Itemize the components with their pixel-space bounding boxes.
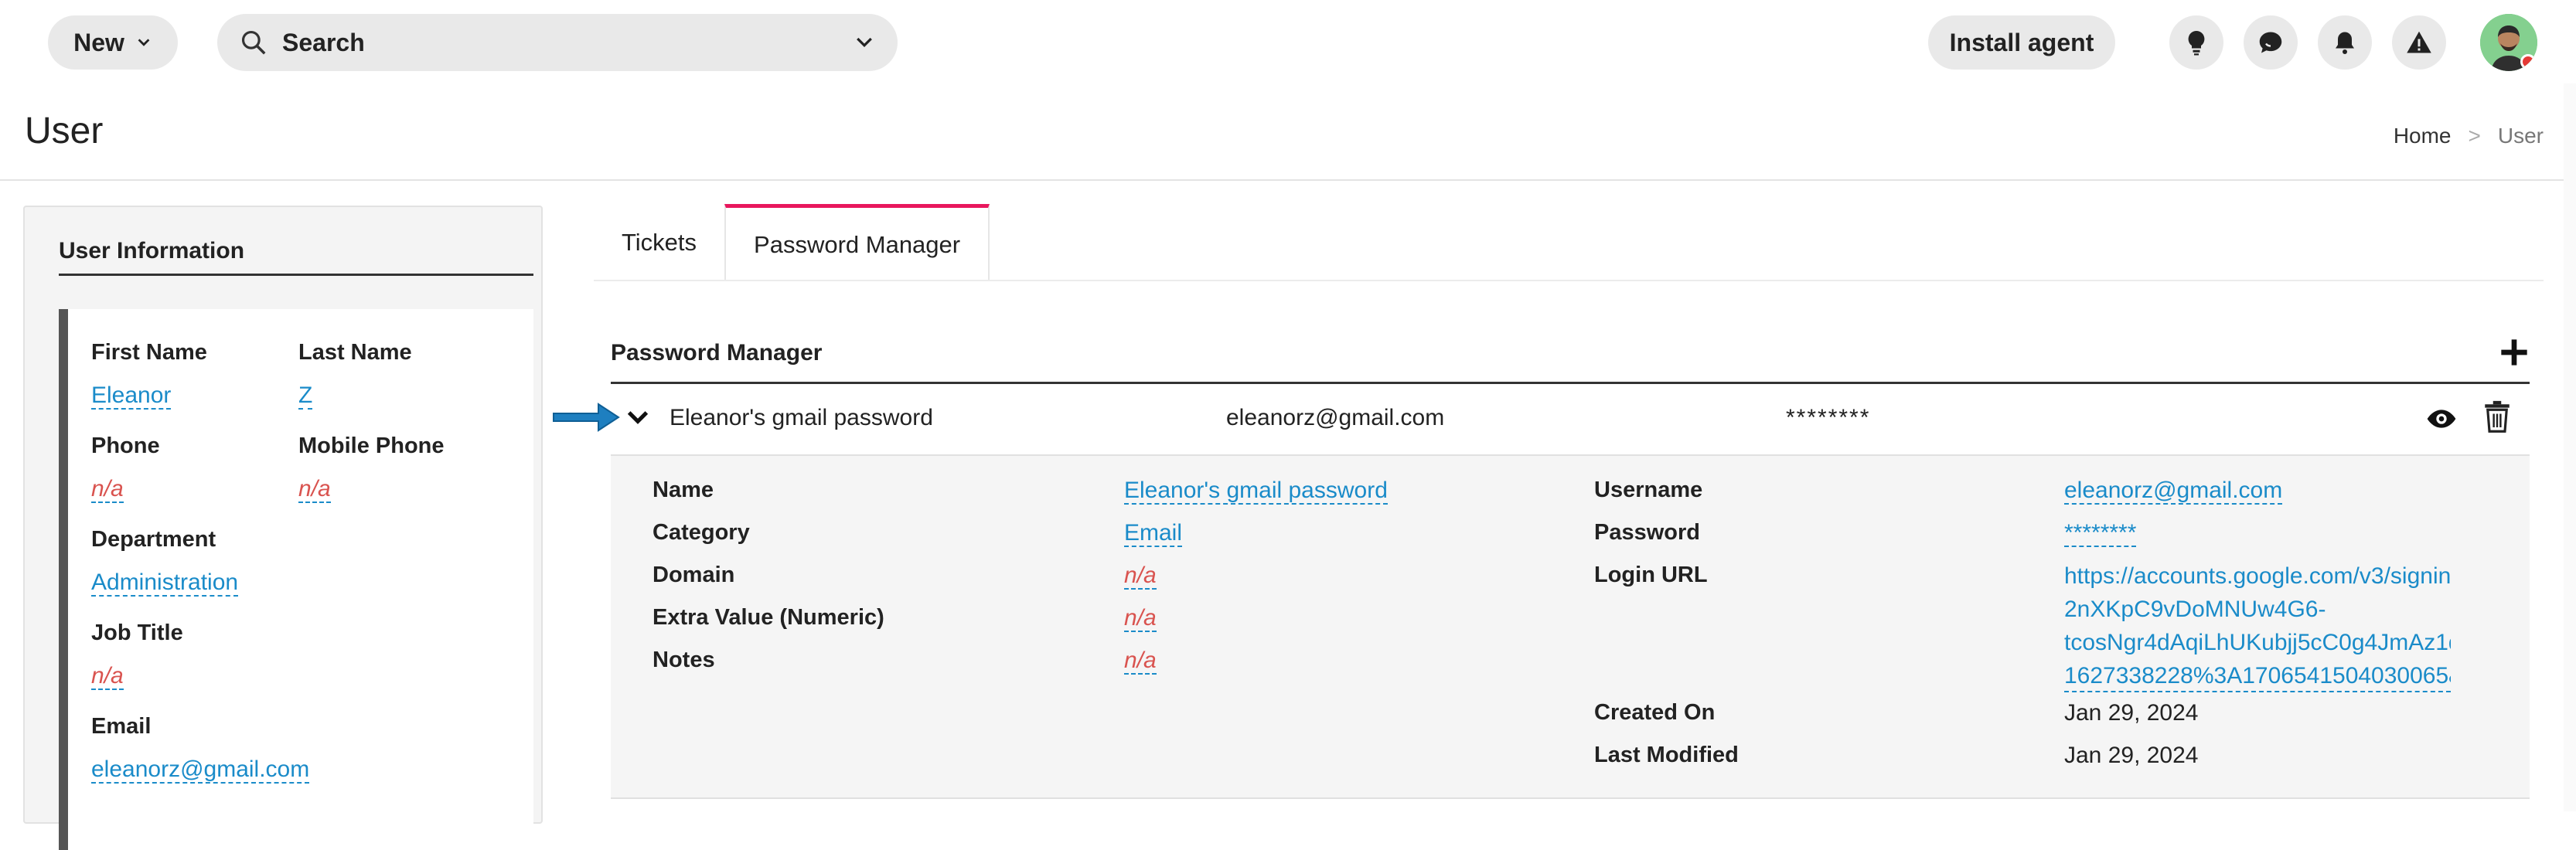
mobile-phone-field: Mobile Phone n/a bbox=[298, 434, 445, 503]
detail-domain-value[interactable]: n/a bbox=[1124, 563, 1157, 590]
detail-login-url-label: Login URL bbox=[1594, 563, 1708, 587]
alerts-button[interactable] bbox=[2392, 15, 2446, 70]
last-name-value[interactable]: Z bbox=[298, 382, 313, 410]
bell-icon bbox=[2336, 32, 2354, 54]
mobile-phone-label: Mobile Phone bbox=[298, 434, 445, 458]
password-entry-name[interactable]: Eleanor's gmail password bbox=[670, 405, 933, 431]
tab-password-manager[interactable]: Password Manager bbox=[724, 204, 990, 281]
detail-extra-value[interactable]: n/a bbox=[1124, 605, 1157, 632]
detail-modified-value: Jan 29, 2024 bbox=[2064, 743, 2199, 768]
details-bottom-divider bbox=[611, 797, 2530, 799]
phone-label: Phone bbox=[91, 434, 160, 458]
detail-domain-label: Domain bbox=[653, 563, 735, 587]
notifications-button[interactable] bbox=[2318, 15, 2372, 70]
detail-category-label: Category bbox=[653, 520, 750, 545]
tab-bar: Tickets Password Manager bbox=[594, 204, 990, 281]
tabs-divider bbox=[594, 280, 2544, 281]
top-bar: New Search Install agent bbox=[0, 0, 2576, 83]
detail-password-label: Password bbox=[1594, 520, 1700, 545]
status-dot bbox=[2520, 54, 2536, 70]
first-name-label: First Name bbox=[91, 340, 207, 365]
detail-created-label: Created On bbox=[1594, 700, 1716, 725]
install-agent-label: Install agent bbox=[1949, 28, 2094, 56]
page-scrollbar[interactable] bbox=[2564, 83, 2576, 811]
tips-button[interactable] bbox=[2169, 15, 2223, 70]
last-name-field: Last Name Z bbox=[298, 340, 412, 410]
chevron-down-icon[interactable] bbox=[853, 31, 876, 54]
detail-username-value[interactable]: eleanorz@gmail.com bbox=[2064, 478, 2283, 505]
detail-modified-label: Last Modified bbox=[1594, 743, 1739, 767]
search-icon bbox=[241, 30, 266, 55]
department-value[interactable]: Administration bbox=[91, 570, 239, 597]
lightbulb-icon bbox=[2188, 31, 2205, 56]
mobile-phone-value[interactable]: n/a bbox=[298, 476, 331, 503]
first-name-field: First Name Eleanor bbox=[91, 340, 207, 410]
email-field: Email eleanorz@gmail.com bbox=[91, 714, 310, 784]
breadcrumb-home[interactable]: Home bbox=[2394, 124, 2452, 148]
login-url-line: tcosNgr4dAqiLhUKubjj5cC0g4JmAz1q& bbox=[2064, 630, 2451, 655]
detail-login-url-value[interactable]: https://accounts.google.com/v3/signin 2n… bbox=[2064, 559, 2451, 692]
user-information-title: User Information bbox=[59, 238, 245, 264]
new-button[interactable]: New bbox=[48, 15, 178, 70]
search-bar[interactable]: Search bbox=[217, 14, 898, 71]
job-title-value[interactable]: n/a bbox=[91, 663, 124, 690]
arrow-right-icon bbox=[553, 403, 620, 432]
detail-notes-value[interactable]: n/a bbox=[1124, 648, 1157, 675]
department-field: Department Administration bbox=[91, 527, 239, 597]
page-title: User bbox=[25, 110, 104, 151]
card-title-divider bbox=[59, 274, 533, 276]
job-title-field: Job Title n/a bbox=[91, 620, 183, 690]
chat-icon bbox=[2259, 32, 2282, 53]
warning-icon bbox=[2407, 31, 2431, 53]
new-button-label: New bbox=[73, 28, 124, 56]
phone-field: Phone n/a bbox=[91, 434, 160, 503]
breadcrumb-current: User bbox=[2497, 124, 2544, 148]
department-label: Department bbox=[91, 527, 216, 552]
password-entry-masked: ******** bbox=[1786, 405, 1871, 430]
password-manager-title: Password Manager bbox=[611, 340, 823, 366]
detail-created-value: Jan 29, 2024 bbox=[2064, 700, 2199, 726]
header-divider bbox=[0, 179, 2576, 181]
password-manager-divider bbox=[611, 382, 2530, 384]
login-url-line: 1627338228%3A1706541504030065&th bbox=[2064, 663, 2451, 688]
eye-icon[interactable] bbox=[2426, 403, 2457, 434]
chevron-down-icon bbox=[138, 39, 150, 46]
tab-password-manager-label: Password Manager bbox=[754, 230, 961, 258]
last-name-label: Last Name bbox=[298, 340, 412, 365]
plus-icon[interactable] bbox=[2499, 337, 2530, 368]
detail-category-value[interactable]: Email bbox=[1124, 520, 1183, 547]
install-agent-button[interactable]: Install agent bbox=[1928, 15, 2115, 70]
detail-name-label: Name bbox=[653, 478, 714, 502]
detail-name-value[interactable]: Eleanor's gmail password bbox=[1124, 478, 1388, 505]
detail-extra-label: Extra Value (Numeric) bbox=[653, 605, 884, 630]
job-title-label: Job Title bbox=[91, 620, 183, 645]
avatar[interactable] bbox=[2480, 14, 2537, 71]
detail-notes-label: Notes bbox=[653, 648, 715, 672]
user-information-card: User Information First Name Eleanor Last… bbox=[23, 206, 543, 850]
chat-button[interactable] bbox=[2244, 15, 2298, 70]
phone-value[interactable]: n/a bbox=[91, 476, 124, 503]
email-value[interactable]: eleanorz@gmail.com bbox=[91, 756, 310, 784]
chevron-down-icon[interactable] bbox=[625, 405, 651, 431]
trash-icon[interactable] bbox=[2483, 400, 2511, 433]
password-entry-username: eleanorz@gmail.com bbox=[1226, 405, 1445, 430]
email-label: Email bbox=[91, 714, 152, 739]
first-name-value[interactable]: Eleanor bbox=[91, 382, 172, 410]
detail-password-value[interactable]: ******** bbox=[2064, 520, 2137, 547]
breadcrumb: Home > User bbox=[2394, 124, 2544, 148]
login-url-line: https://accounts.google.com/v3/signin bbox=[2064, 563, 2451, 589]
tab-tickets[interactable]: Tickets bbox=[594, 204, 724, 281]
login-url-line: 2nXKpC9vDoMNUw4G6- bbox=[2064, 597, 2326, 622]
search-label: Search bbox=[282, 28, 365, 56]
user-details-panel: First Name Eleanor Last Name Z Phone n/a… bbox=[59, 309, 533, 850]
detail-username-label: Username bbox=[1594, 478, 1703, 502]
tab-tickets-label: Tickets bbox=[622, 229, 697, 256]
breadcrumb-separator: > bbox=[2468, 124, 2481, 148]
